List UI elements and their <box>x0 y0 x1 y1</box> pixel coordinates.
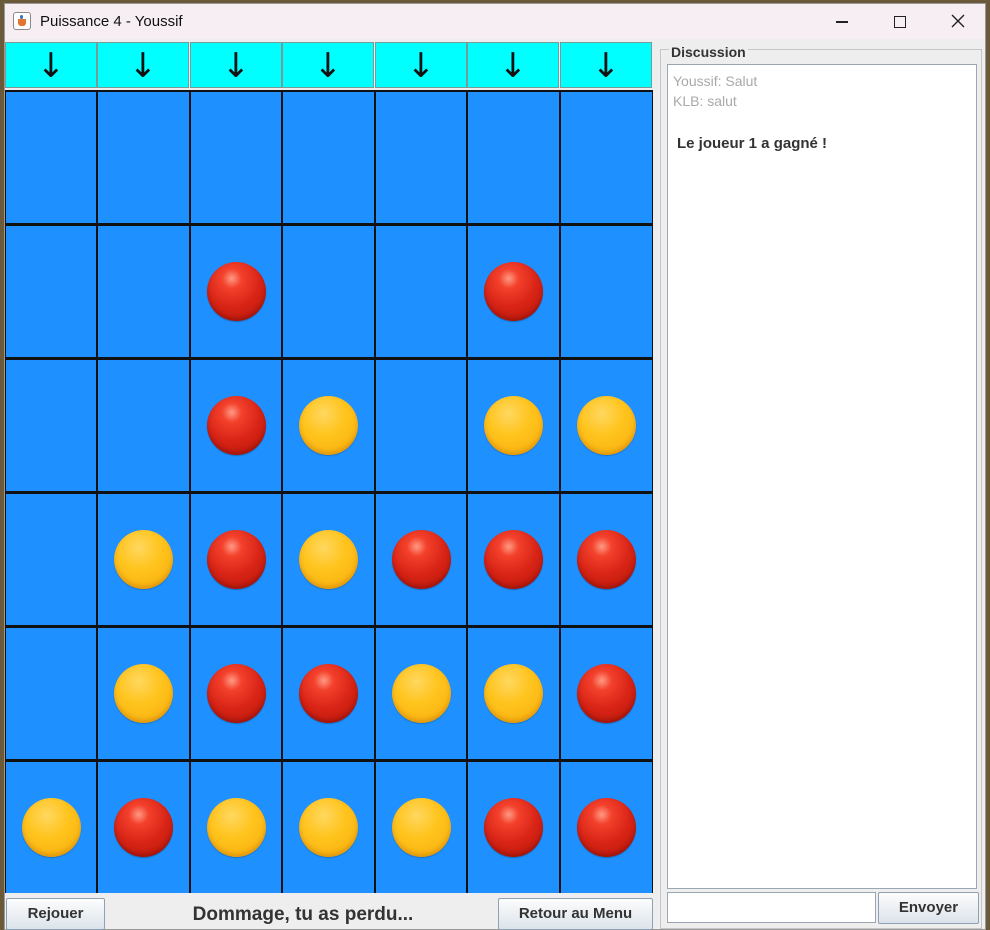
yellow-disc <box>484 664 543 723</box>
board-cell <box>98 494 189 625</box>
red-disc <box>484 262 543 321</box>
status-message: Dommage, tu as perdu... <box>192 904 414 925</box>
board-cell <box>561 360 652 491</box>
drop-column-4-button[interactable]: ↓ <box>282 42 374 88</box>
title-bar[interactable]: Puissance 4 - Youssif <box>5 4 985 39</box>
board-cell <box>98 92 189 223</box>
window-title: Puissance 4 - Youssif <box>40 13 183 30</box>
board-cell <box>283 494 374 625</box>
board-cell <box>191 494 281 625</box>
maximize-icon <box>894 16 906 28</box>
board-cell <box>561 494 652 625</box>
board-cell <box>191 226 281 357</box>
board-cell <box>376 92 466 223</box>
board-cell <box>561 628 652 759</box>
board-cell <box>98 360 189 491</box>
red-disc <box>577 530 636 589</box>
red-disc <box>206 396 266 455</box>
yellow-disc <box>484 396 543 455</box>
board-cell <box>376 628 466 759</box>
board-cell <box>98 762 189 893</box>
board-cell <box>468 360 559 491</box>
board-cell <box>468 628 559 759</box>
board-cell <box>376 226 466 357</box>
board-cell <box>468 92 559 223</box>
board-cell <box>191 360 281 491</box>
yellow-disc <box>391 798 451 857</box>
board-cell <box>283 628 374 759</box>
red-disc <box>484 530 543 589</box>
red-disc <box>206 530 266 589</box>
red-disc <box>577 664 636 723</box>
yellow-disc <box>206 798 266 857</box>
board-cell <box>191 762 281 893</box>
drop-column-3-button[interactable]: ↓ <box>190 42 282 88</box>
yellow-disc <box>299 396 358 455</box>
yellow-disc <box>299 798 358 857</box>
board-cell <box>468 762 559 893</box>
drop-column-2-button[interactable]: ↓ <box>97 42 189 88</box>
board-cell <box>468 226 559 357</box>
red-disc <box>206 664 266 723</box>
red-disc <box>391 530 451 589</box>
red-disc <box>114 798 173 857</box>
drop-column-1-button[interactable]: ↓ <box>5 42 97 88</box>
yellow-disc <box>114 664 173 723</box>
drop-column-5-button[interactable]: ↓ <box>375 42 467 88</box>
red-disc <box>206 262 266 321</box>
board-cell <box>561 762 652 893</box>
chat-message: KLB: salut <box>673 93 737 109</box>
board-cell <box>191 92 281 223</box>
yellow-disc <box>114 530 173 589</box>
replay-button[interactable]: Rejouer <box>6 898 105 930</box>
java-cup-icon <box>13 12 31 30</box>
board-cell <box>98 226 189 357</box>
minimize-icon <box>836 21 848 23</box>
back-to-menu-button[interactable]: Retour au Menu <box>498 898 653 930</box>
board-cell <box>6 494 96 625</box>
yellow-disc <box>299 530 358 589</box>
drop-column-7-button[interactable]: ↓ <box>560 42 652 88</box>
yellow-disc <box>577 396 636 455</box>
game-board <box>5 90 653 893</box>
chat-input[interactable] <box>667 892 876 923</box>
board-cell <box>283 226 374 357</box>
game-result-message: Le joueur 1 a gagné ! <box>677 135 828 152</box>
board-cell <box>376 494 466 625</box>
board-cell <box>376 360 466 491</box>
board-cell <box>6 92 96 223</box>
close-button[interactable] <box>929 4 987 39</box>
chat-legend: Discussion <box>669 44 748 60</box>
yellow-disc <box>21 798 81 857</box>
board-cell <box>6 226 96 357</box>
send-button[interactable]: Envoyer <box>878 892 979 924</box>
red-disc <box>484 798 543 857</box>
board-cell <box>376 762 466 893</box>
board-cell <box>561 226 652 357</box>
chat-message: Youssif: Salut <box>673 73 758 89</box>
board-cell <box>283 762 374 893</box>
board-cell <box>283 92 374 223</box>
board-cell <box>6 762 96 893</box>
red-disc <box>299 664 358 723</box>
board-cell <box>6 628 96 759</box>
chat-messages-area[interactable]: Le joueur 1 a gagné ! Youssif: Salut KLB:… <box>667 64 977 889</box>
board-cell <box>283 360 374 491</box>
maximize-button[interactable] <box>871 4 929 39</box>
board-cell <box>6 360 96 491</box>
board-cell <box>98 628 189 759</box>
board-cell <box>468 494 559 625</box>
drop-column-6-button[interactable]: ↓ <box>467 42 559 88</box>
minimize-button[interactable] <box>813 4 871 39</box>
red-disc <box>577 798 636 857</box>
board-cell <box>191 628 281 759</box>
board-cell <box>561 92 652 223</box>
game-window: Puissance 4 - Youssif ↓ ↓ ↓ ↓ ↓ ↓ ↓ Rejouer Do… <box>4 3 986 930</box>
close-icon <box>951 14 965 28</box>
yellow-disc <box>391 664 451 723</box>
